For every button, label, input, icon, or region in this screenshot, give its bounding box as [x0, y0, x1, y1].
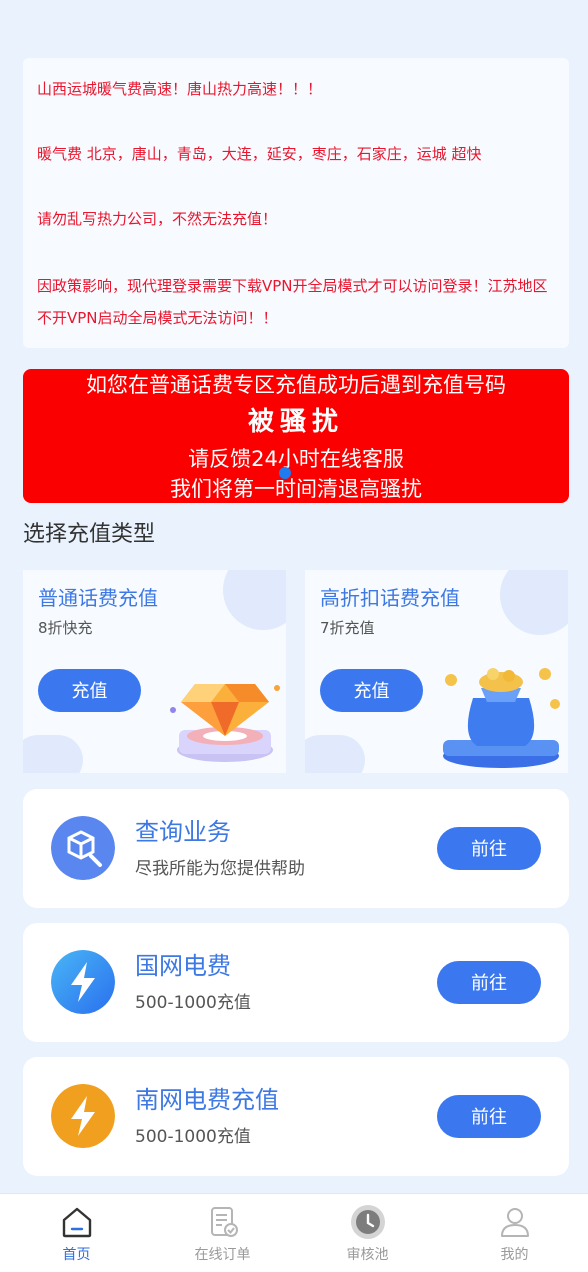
- decor-blob: [223, 570, 286, 630]
- recharge-card-normal[interactable]: 普通话费充值 8折快充 充值: [23, 570, 286, 773]
- notice-line: 因政策影响，现代理登录需要下载VPN开全局模式才可以访问登录！江苏地区不开VPN…: [37, 277, 548, 327]
- recharge-button[interactable]: 充值: [320, 669, 423, 712]
- go-button[interactable]: 前往: [437, 1095, 541, 1138]
- tab-orders[interactable]: 在线订单: [149, 1194, 296, 1272]
- tab-home[interactable]: 首页: [3, 1194, 150, 1272]
- tab-mine[interactable]: 我的: [441, 1194, 588, 1272]
- home-icon: [62, 1207, 92, 1238]
- recharge-button[interactable]: 充值: [38, 669, 141, 712]
- user-icon: [501, 1208, 529, 1237]
- service-desc: 500-1000充值: [135, 1127, 251, 1147]
- harassment-warning-banner: 如您在普通话费专区充值成功后遇到充值号码 被骚扰 请反馈24小时在线客服 我们将…: [23, 369, 569, 503]
- card-subtitle: 7折充值: [320, 619, 375, 637]
- banner-line: 请反馈24小时在线客服: [188, 447, 404, 471]
- service-query[interactable]: 查询业务 尽我所能为您提供帮助 前往: [23, 789, 569, 908]
- lightning-icon: [51, 950, 115, 1014]
- banner-line: 我们将第一时间清退高骚扰: [170, 477, 422, 501]
- service-name: 查询业务: [135, 818, 231, 846]
- card-title: 高折扣话费充值: [320, 586, 460, 610]
- banner-line: 如您在普通话费专区充值成功后遇到充值号码: [86, 373, 506, 397]
- card-title: 普通话费充值: [38, 586, 158, 610]
- service-desc: 500-1000充值: [135, 993, 251, 1013]
- order-icon: [211, 1207, 238, 1237]
- tab-label: 在线订单: [194, 1247, 251, 1263]
- service-name: 国网电费: [135, 952, 231, 980]
- notice-line: 请勿乱写热力公司，不然无法充值！: [37, 210, 278, 228]
- section-title: 选择充值类型: [23, 522, 156, 547]
- service-state-grid[interactable]: 国网电费 500-1000充值 前往: [23, 923, 569, 1042]
- lightning-icon: [51, 1084, 115, 1148]
- tab-label: 审核池: [346, 1247, 389, 1263]
- service-south-grid[interactable]: 南网电费充值 500-1000充值 前往: [23, 1057, 569, 1176]
- indicator-dot: [279, 467, 291, 479]
- decor-blob: [23, 735, 83, 773]
- clock-icon: [351, 1205, 385, 1239]
- banner-headline: 被骚扰: [247, 407, 344, 437]
- bottom-tab-bar: 首页 在线订单 审核池 我的: [0, 1193, 588, 1272]
- service-name: 南网电费充值: [135, 1086, 279, 1114]
- tab-label: 首页: [62, 1247, 91, 1263]
- decor-blob: [305, 735, 365, 773]
- recharge-card-discount[interactable]: 高折扣话费充值 7折充值 充值: [305, 570, 568, 773]
- notice-board: 山西运城暖气费高速！唐山热力高速！！！ 暖气费 北京，唐山，青岛，大连，延安，枣…: [23, 58, 569, 348]
- go-button[interactable]: 前往: [437, 961, 541, 1004]
- notice-line: 山西运城暖气费高速！唐山热力高速！！！: [37, 80, 323, 98]
- tab-label: 我的: [500, 1247, 529, 1263]
- decor-blob: [500, 570, 568, 635]
- go-button[interactable]: 前往: [437, 827, 541, 870]
- tab-review-pool[interactable]: 审核池: [294, 1194, 441, 1272]
- card-subtitle: 8折快充: [38, 619, 93, 637]
- diamond-icon: [170, 684, 280, 762]
- money-bag-icon: [443, 668, 560, 768]
- service-desc: 尽我所能为您提供帮助: [135, 859, 305, 879]
- notice-line: 暖气费 北京，唐山，青岛，大连，延安，枣庄，石家庄，运城 超快: [37, 145, 482, 163]
- search-cube-icon: [51, 816, 115, 880]
